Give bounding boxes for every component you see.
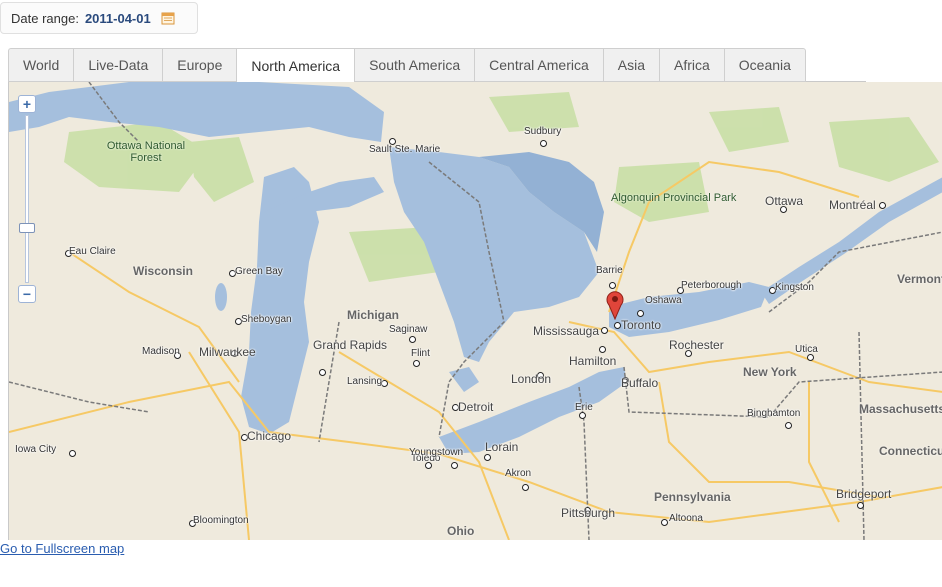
region-label: Pennsylvania: [654, 490, 731, 504]
city-dot[interactable]: [413, 360, 420, 367]
city-dot[interactable]: [484, 454, 491, 461]
city-dot[interactable]: [807, 354, 814, 361]
region-tabs: World Live-Data Europe North America Sou…: [8, 48, 866, 83]
city-label: Milwaukee: [199, 345, 256, 359]
date-range-label: Date range:: [11, 10, 79, 26]
zoom-slider-handle[interactable]: [19, 223, 35, 233]
map-view[interactable]: Wisconsin Michigan Ohio Pennsylvania New…: [8, 82, 942, 540]
city-label: London: [511, 372, 552, 386]
zoom-out-button[interactable]: −: [18, 285, 36, 303]
city-label: Altoona: [669, 513, 703, 524]
city-label: Green Bay: [235, 266, 283, 277]
region-label: Ohio: [447, 524, 475, 538]
date-range-value[interactable]: 2011-04-01: [85, 11, 151, 26]
city-label: Erie: [575, 402, 593, 413]
city-label: Hamilton: [569, 354, 617, 368]
tab-live-data[interactable]: Live-Data: [73, 48, 163, 82]
city-dot[interactable]: [540, 140, 547, 147]
tab-europe[interactable]: Europe: [162, 48, 237, 82]
region-label: Wisconsin: [133, 264, 193, 278]
city-label: Pittsburgh: [561, 506, 616, 520]
city-label: Peterborough: [681, 280, 742, 291]
zoom-control: + −: [18, 95, 36, 305]
city-label: Youngstown: [409, 447, 464, 458]
city-label: Bridgeport: [836, 487, 892, 501]
region-label: Massachusetts: [859, 402, 942, 416]
region-label: New York: [743, 365, 797, 379]
city-dot[interactable]: [425, 462, 432, 469]
city-label: Bloomington: [193, 515, 249, 526]
fullscreen-map-link[interactable]: Go to Fullscreen map: [0, 541, 124, 556]
city-dot[interactable]: [579, 412, 586, 419]
tab-oceania[interactable]: Oceania: [723, 48, 806, 82]
city-dot[interactable]: [609, 282, 616, 289]
city-label: Binghamton: [747, 408, 801, 419]
city-label: Sudbury: [524, 126, 562, 137]
city-dot[interactable]: [601, 327, 608, 334]
city-dot[interactable]: [451, 462, 458, 469]
city-label: Utica: [795, 344, 818, 355]
city-label: Detroit: [458, 400, 494, 414]
park-label: Ottawa National Forest: [101, 140, 191, 164]
city-dot[interactable]: [785, 422, 792, 429]
city-dot[interactable]: [637, 310, 644, 317]
city-dot[interactable]: [381, 380, 388, 387]
city-label: Iowa City: [15, 444, 57, 455]
region-label: Michigan: [347, 308, 400, 322]
city-label: Chicago: [247, 429, 292, 443]
park-name: Ottawa National Forest: [106, 140, 186, 164]
city-dot[interactable]: [857, 502, 864, 509]
tab-central-america[interactable]: Central America: [474, 48, 603, 82]
city-label: Kingston: [775, 282, 814, 293]
tab-north-america[interactable]: North America: [236, 48, 355, 83]
city-label: Ottawa: [765, 194, 804, 208]
calendar-icon[interactable]: [161, 11, 175, 25]
zoom-slider-track[interactable]: [25, 115, 29, 283]
city-label: Madison: [142, 346, 180, 357]
city-dot[interactable]: [614, 322, 621, 329]
city-label: Oshawa: [645, 295, 682, 306]
city-dot[interactable]: [409, 336, 416, 343]
tab-asia[interactable]: Asia: [602, 48, 659, 82]
park-label: Algonquin Provincial Park: [611, 192, 736, 204]
tab-south-america[interactable]: South America: [354, 48, 475, 82]
park-name: Algonquin Provincial Park: [611, 192, 737, 204]
city-label: Flint: [411, 348, 430, 359]
city-label: Barrie: [596, 265, 623, 276]
city-label: Toronto: [621, 318, 662, 332]
city-dot[interactable]: [69, 450, 76, 457]
city-label: Mississauga: [533, 324, 600, 338]
date-range-field[interactable]: Date range: 2011-04-01: [0, 2, 198, 34]
city-dot[interactable]: [319, 369, 326, 376]
region-label: Vermont: [897, 272, 942, 286]
city-label: Sault Ste. Marie: [369, 144, 441, 155]
region-label: Connecticut: [879, 444, 942, 458]
city-label: Lorain: [485, 440, 519, 454]
tab-africa[interactable]: Africa: [658, 48, 724, 82]
city-label: Sheboygan: [241, 314, 292, 325]
city-label: Akron: [505, 468, 532, 479]
city-dot[interactable]: [661, 519, 668, 526]
city-label: Buffalo: [621, 376, 659, 390]
zoom-in-button[interactable]: +: [18, 95, 36, 113]
city-label: Saginaw: [389, 324, 428, 335]
city-label: Montréal: [829, 198, 876, 212]
city-label: Lansing: [347, 376, 383, 387]
city-label: Rochester: [669, 338, 724, 352]
city-label: Grand Rapids: [313, 338, 388, 352]
location-pin-icon[interactable]: [606, 290, 624, 320]
city-dot[interactable]: [522, 484, 529, 491]
tab-world[interactable]: World: [8, 48, 74, 82]
city-dot[interactable]: [879, 202, 886, 209]
city-label: Eau Claire: [69, 246, 116, 257]
city-dot[interactable]: [599, 346, 606, 353]
